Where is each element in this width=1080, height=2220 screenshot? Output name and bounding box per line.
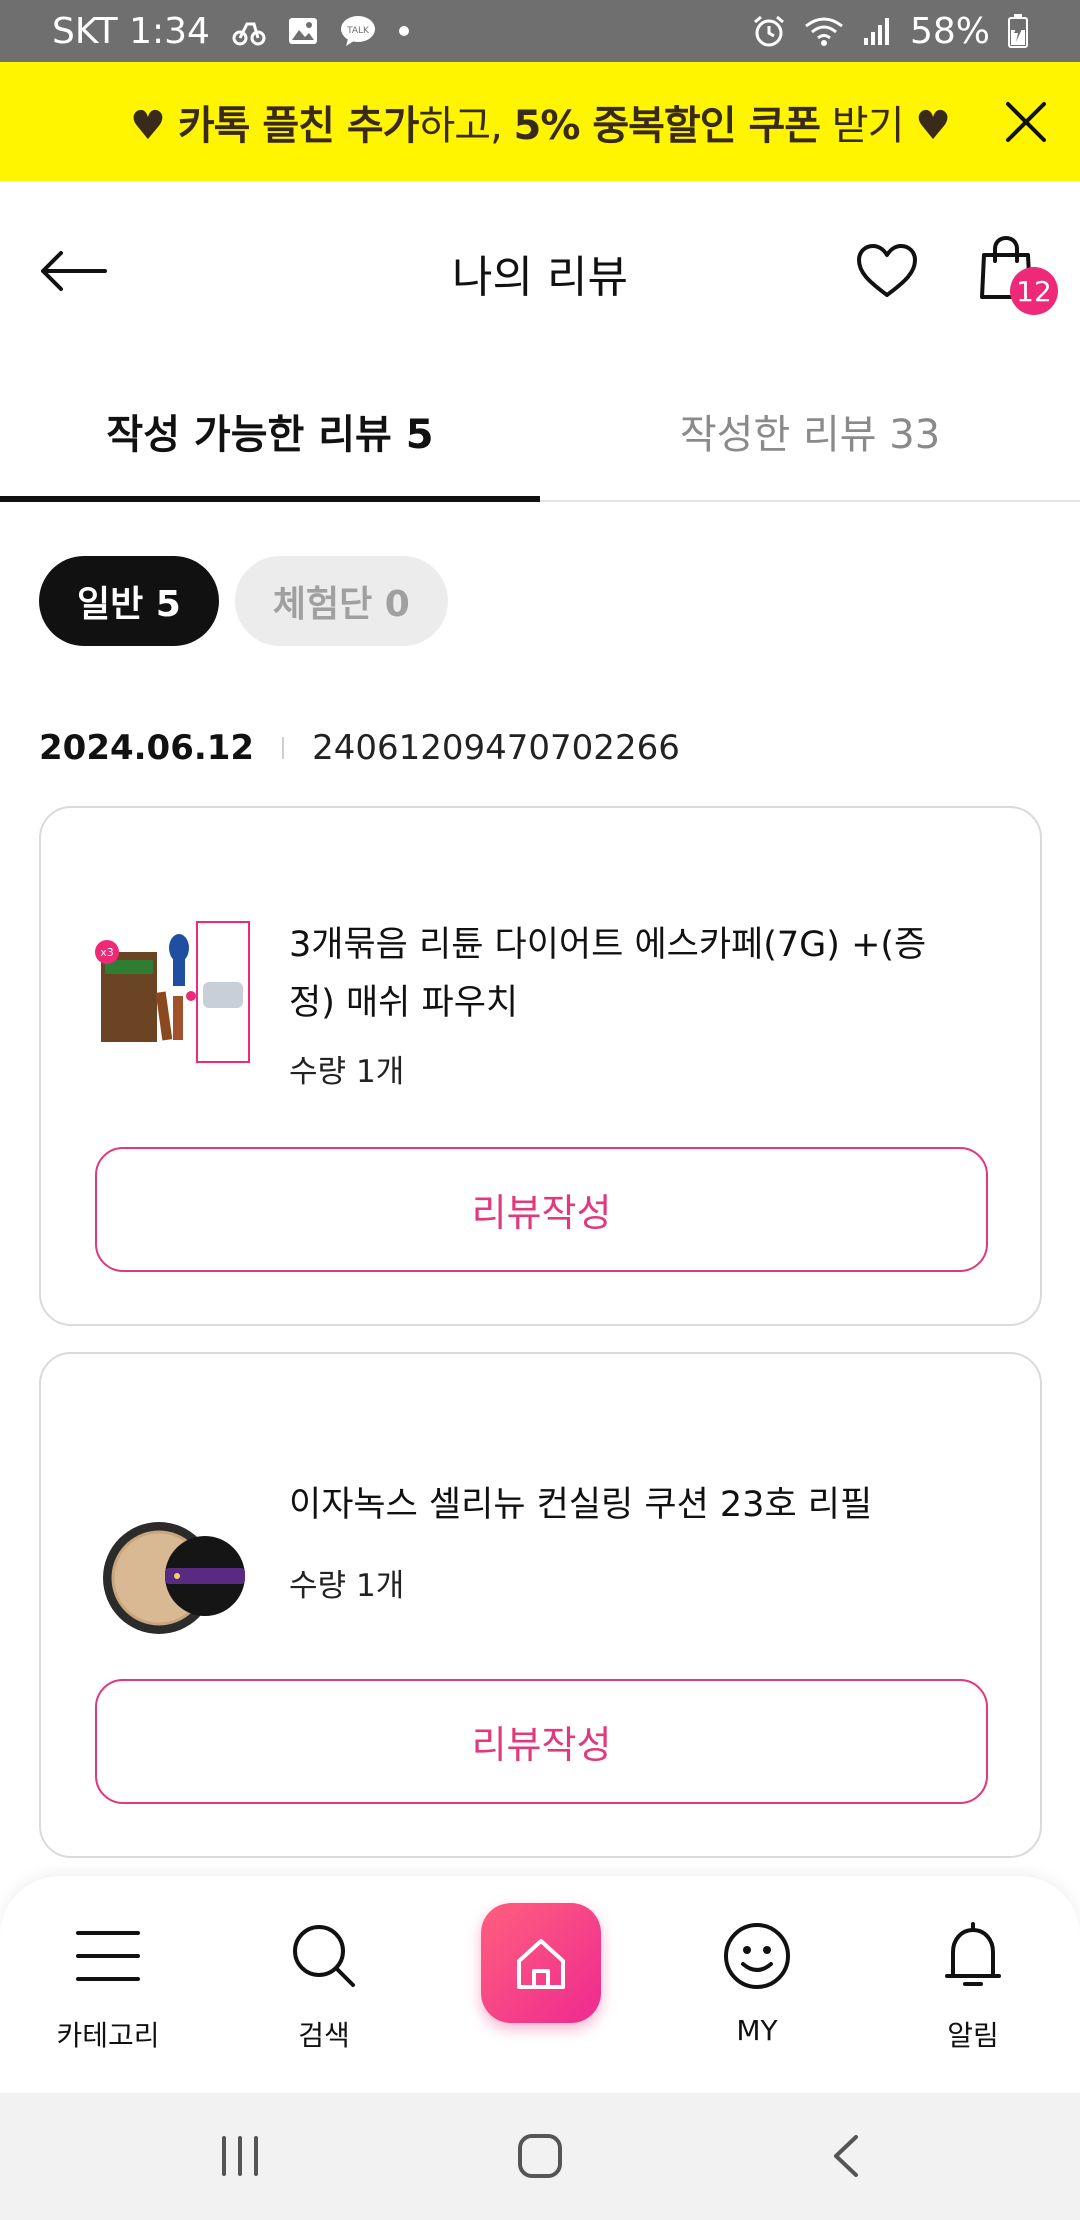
more-notifications-dot-icon bbox=[398, 25, 410, 37]
talk-notification-icon: TALK bbox=[340, 15, 376, 47]
quantity-value: 1개 bbox=[356, 1054, 405, 1090]
menu-icon bbox=[68, 1916, 148, 1996]
promo-text-2: 받기 ♥ bbox=[820, 102, 951, 149]
bike-notification-icon bbox=[232, 16, 266, 46]
close-icon bbox=[1006, 102, 1046, 142]
review-type-filters: 일반 5 체험단 0 bbox=[39, 556, 448, 646]
home-icon bbox=[517, 1939, 565, 1989]
nav-my[interactable]: MY bbox=[677, 1916, 837, 2047]
quantity-label: 수량 bbox=[289, 1568, 347, 1604]
heart-icon bbox=[857, 244, 917, 297]
product-thumbnail[interactable]: x3 bbox=[93, 912, 253, 1072]
promo-text: ♥ 카톡 플친 추가하고, 5% 중복할인 쿠폰 받기 ♥ bbox=[130, 93, 951, 151]
order-date: 2024.06.12 bbox=[39, 728, 255, 768]
wishlist-button[interactable] bbox=[852, 236, 922, 306]
nav-home-button[interactable] bbox=[481, 1903, 601, 2023]
quantity-value: 1개 bbox=[356, 1568, 405, 1604]
cushion-product-image bbox=[103, 1522, 245, 1634]
search-icon bbox=[284, 1916, 364, 1996]
filter-general-chip[interactable]: 일반 5 bbox=[39, 556, 219, 646]
filter-tester-chip[interactable]: 체험단 0 bbox=[234, 556, 448, 646]
svg-text:x3: x3 bbox=[100, 946, 114, 959]
kakao-coupon-banner[interactable]: ♥ 카톡 플친 추가하고, 5% 중복할인 쿠폰 받기 ♥ bbox=[0, 62, 1080, 181]
bell-icon bbox=[933, 1916, 1013, 1996]
nav-search-label: 검색 bbox=[298, 2019, 350, 2052]
order-info: 2024.06.12 24061209470702266 bbox=[39, 728, 680, 768]
product-name[interactable]: 이자녹스 셀리뉴 컨실링 쿠션 23호 리필 bbox=[289, 1476, 960, 1534]
promo-text-bold-2: 5% 중복할인 쿠폰 bbox=[513, 102, 822, 149]
app-header: 나의 리뷰 12 bbox=[0, 181, 1080, 361]
status-bar: SKT 1:34 TALK 58% bbox=[0, 0, 1080, 62]
nav-my-label: MY bbox=[736, 2014, 778, 2047]
bottom-navigation: 카테고리 검색 MY 알림 bbox=[0, 1876, 1080, 2093]
status-time: SKT 1:34 bbox=[52, 10, 210, 52]
product-quantity: 수량 1개 bbox=[289, 1560, 404, 1605]
battery-icon bbox=[1008, 14, 1028, 48]
smiley-icon bbox=[717, 1916, 797, 1996]
write-review-button[interactable]: 리뷰작성 bbox=[95, 1147, 988, 1272]
chevron-left-icon bbox=[834, 2135, 858, 2177]
recents-icon bbox=[222, 2136, 258, 2176]
system-home-icon bbox=[518, 2134, 562, 2178]
nav-notifications-label: 알림 bbox=[947, 2019, 999, 2052]
cart-count-badge: 12 bbox=[1010, 267, 1058, 315]
promo-text-1: 하고, bbox=[418, 102, 514, 149]
product-name[interactable]: 3개묶음 리튠 다이어트 에스카페(7G) +(증정) 매쉬 파우치 bbox=[289, 916, 960, 1032]
system-back-button[interactable] bbox=[805, 2121, 885, 2191]
tab-writable-reviews[interactable]: 작성 가능한 리뷰 5 bbox=[0, 361, 540, 502]
battery-percent: 58% bbox=[909, 10, 990, 52]
promo-text-bold-1: ♥ 카톡 플친 추가 bbox=[130, 102, 419, 149]
product-quantity: 수량 1개 bbox=[289, 1046, 404, 1091]
alarm-icon bbox=[752, 14, 786, 48]
nav-category[interactable]: 카테고리 bbox=[28, 1916, 188, 2054]
order-number: 24061209470702266 bbox=[312, 728, 680, 768]
svg-text:TALK: TALK bbox=[346, 26, 370, 36]
review-item-card: 이자녹스 셀리뉴 컨실링 쿠션 23호 리필 수량 1개 리뷰작성 bbox=[39, 1352, 1042, 1858]
tab-written-reviews[interactable]: 작성한 리뷰 33 bbox=[540, 361, 1080, 500]
system-home-button[interactable] bbox=[500, 2121, 580, 2191]
product-thumbnail[interactable] bbox=[93, 1492, 253, 1652]
coffee-diet-product-image: x3 bbox=[95, 921, 250, 1063]
nav-search[interactable]: 검색 bbox=[244, 1916, 404, 2054]
nav-notifications[interactable]: 알림 bbox=[893, 1916, 1053, 2054]
signal-icon bbox=[862, 16, 892, 46]
review-item-card: x3 3개묶음 리튠 다이어트 에스카페(7G) +(증정) 매쉬 파우치 수량… bbox=[39, 806, 1042, 1326]
nav-category-label: 카테고리 bbox=[56, 2019, 160, 2052]
order-divider bbox=[282, 737, 285, 759]
write-review-button[interactable]: 리뷰작성 bbox=[95, 1679, 988, 1804]
wifi-icon bbox=[804, 16, 844, 46]
cart-button[interactable]: 12 bbox=[970, 231, 1058, 315]
review-tabs: 작성 가능한 리뷰 5 작성한 리뷰 33 bbox=[0, 361, 1080, 502]
system-navigation-bar bbox=[0, 2093, 1080, 2220]
recent-apps-button[interactable] bbox=[200, 2121, 280, 2191]
banner-close-button[interactable] bbox=[994, 90, 1058, 154]
quantity-label: 수량 bbox=[289, 1054, 347, 1090]
gallery-notification-icon bbox=[288, 17, 318, 45]
